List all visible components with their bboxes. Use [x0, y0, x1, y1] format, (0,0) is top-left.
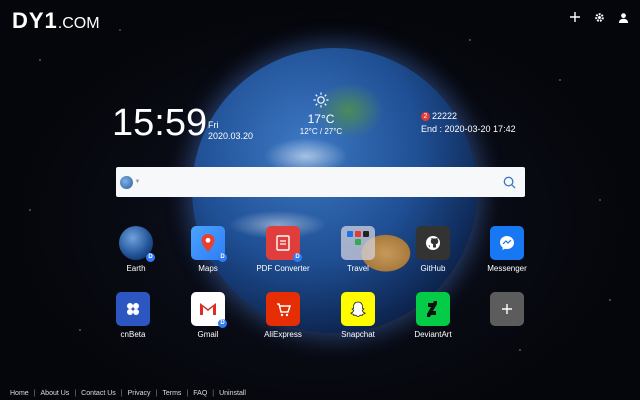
globe-icon	[119, 175, 133, 189]
folder-item-icon	[355, 239, 361, 245]
app-cnbeta[interactable]: cnBeta	[98, 292, 168, 339]
countdown-end: End : 2020-03-20 17:42	[421, 124, 516, 134]
weather-range: 12°C / 27°C	[299, 127, 343, 136]
footer-link-about-us[interactable]: About Us	[41, 390, 70, 397]
earth-icon: D	[119, 226, 155, 262]
folder-icon	[341, 226, 375, 260]
app-travel-folder[interactable]: Travel	[323, 226, 393, 273]
app-label: Messenger	[487, 264, 527, 273]
app-snapchat[interactable]: Snapchat	[323, 292, 393, 339]
add-icon	[490, 292, 524, 326]
aliexpress-icon	[266, 292, 300, 326]
footer-separator: |	[74, 390, 77, 397]
search-engine-selector[interactable]: ▼	[116, 167, 144, 197]
clock-date: 2020.03.20	[208, 131, 254, 141]
app-label: Gmail	[197, 330, 219, 339]
pdf-icon: D	[266, 226, 302, 262]
footer-separator: |	[186, 390, 189, 397]
folder-item-icon	[347, 231, 353, 237]
app-label: Earth	[126, 264, 146, 273]
app-messenger[interactable]: Messenger	[472, 226, 542, 273]
app-label: Travel	[347, 264, 369, 273]
logo-main: DY1	[12, 8, 58, 33]
footer-link-faq[interactable]: FAQ	[193, 390, 207, 397]
deviantart-icon	[416, 292, 450, 326]
search-button[interactable]	[493, 167, 525, 197]
folder-item-icon	[363, 231, 369, 237]
countdown-title: 22222	[432, 111, 458, 121]
app-label: Snapchat	[341, 330, 375, 339]
chevron-down-icon: ▼	[134, 179, 141, 185]
footer-link-terms[interactable]: Terms	[162, 390, 181, 397]
clock-time: 15:59	[112, 102, 208, 144]
user-icon[interactable]	[616, 10, 630, 24]
messenger-icon	[490, 226, 524, 260]
app-pdf-converter[interactable]: D PDF Converter	[248, 226, 318, 273]
date-block: Fri 2020.03.20	[208, 120, 253, 142]
app-badge-icon: D	[218, 319, 227, 328]
app-label: cnBeta	[120, 330, 146, 339]
app-earth[interactable]: D Earth	[101, 226, 171, 273]
gmail-icon: D	[191, 292, 227, 328]
weather-widget[interactable]: 17°C 12°C / 27°C	[285, 92, 357, 136]
logo-suffix: .COM	[57, 15, 100, 32]
app-deviantart[interactable]: DeviantArt	[398, 292, 468, 339]
app-label: Maps	[198, 264, 218, 273]
footer-links: Home | About Us | Contact Us | Privacy |…	[10, 390, 246, 397]
cnbeta-icon	[116, 292, 150, 326]
search-input[interactable]	[144, 167, 493, 197]
footer-separator: |	[212, 390, 215, 397]
app-badge-icon: D	[218, 253, 227, 262]
footer-separator: |	[155, 390, 158, 397]
add-app-button[interactable]	[472, 292, 542, 326]
footer-link-privacy[interactable]: Privacy	[128, 390, 151, 397]
folder-item-icon	[355, 231, 361, 237]
weather-temp: 17°C	[307, 112, 335, 126]
footer-separator: |	[33, 390, 36, 397]
footer-link-home[interactable]: Home	[10, 390, 29, 397]
app-label: GitHub	[420, 264, 446, 273]
sun-icon	[285, 92, 357, 110]
footer-separator: |	[120, 390, 123, 397]
app-gmail[interactable]: D Gmail	[173, 292, 243, 339]
app-maps[interactable]: D Maps	[173, 226, 243, 273]
app-label: DeviantArt	[414, 330, 452, 339]
countdown-badge: 2	[421, 112, 430, 122]
app-label: AliExpress	[264, 330, 302, 339]
app-badge-icon: D	[293, 253, 302, 262]
github-icon	[416, 226, 450, 260]
snapchat-icon	[341, 292, 375, 326]
app-github[interactable]: GitHub	[398, 226, 468, 273]
maps-icon: D	[191, 226, 227, 262]
plus-icon[interactable]	[568, 10, 582, 24]
countdown-widget[interactable]: 2 22222 End : 2020-03-20 17:42	[421, 110, 516, 136]
gear-icon[interactable]	[592, 10, 606, 24]
clock-weekday: Fri	[208, 120, 219, 130]
footer-link-contact-us[interactable]: Contact Us	[81, 390, 116, 397]
search-bar: ▼	[116, 167, 525, 197]
site-logo[interactable]: DY1.COM	[12, 8, 100, 34]
search-icon	[503, 176, 516, 189]
app-aliexpress[interactable]: AliExpress	[248, 292, 318, 339]
footer-link-uninstall[interactable]: Uninstall	[219, 390, 246, 397]
app-label: PDF Converter	[256, 264, 310, 273]
app-badge-icon: D	[146, 253, 155, 262]
top-actions	[568, 10, 630, 24]
